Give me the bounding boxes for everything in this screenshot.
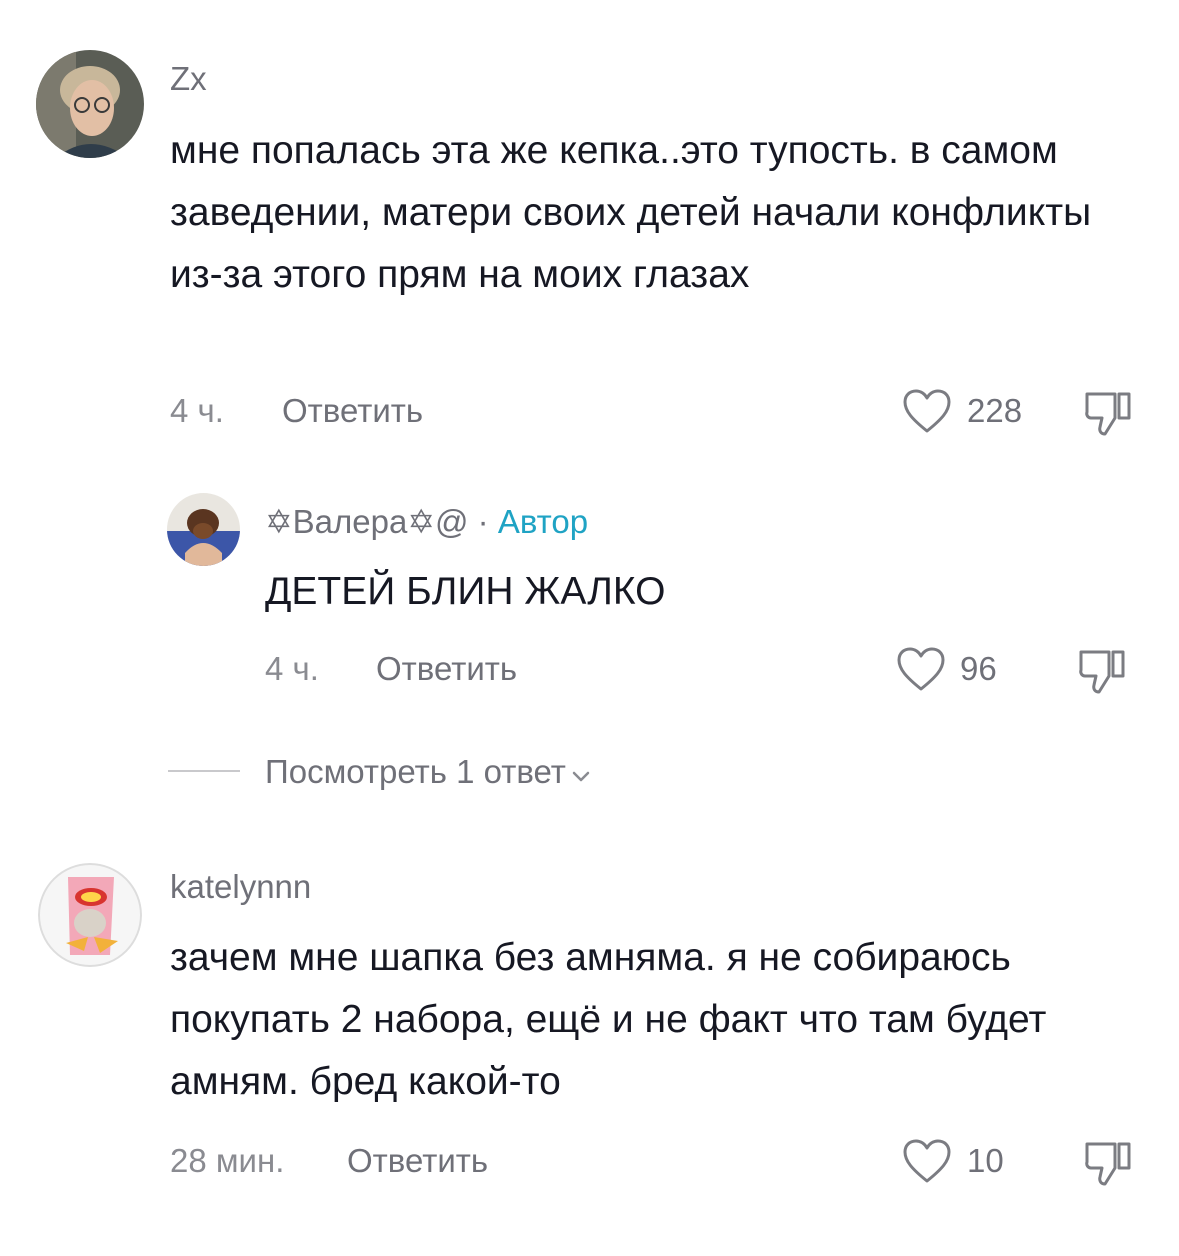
heart-icon[interactable]: [902, 1138, 952, 1184]
thumbs-down-icon[interactable]: [1077, 646, 1129, 696]
username-text[interactable]: ✡Валера✡@: [265, 503, 468, 540]
view-replies-label[interactable]: Посмотреть 1 ответ: [265, 753, 566, 790]
reply-button[interactable]: Ответить: [376, 650, 517, 688]
comment-text: ДЕТЕЙ БЛИН ЖАЛКО: [265, 570, 666, 613]
reply-button[interactable]: Ответить: [347, 1142, 488, 1180]
username[interactable]: ✡Валера✡@ · Автор: [265, 502, 588, 541]
reply-button[interactable]: Ответить: [282, 392, 423, 430]
like-count: 228: [967, 392, 1023, 429]
like-count: 10: [967, 1142, 1004, 1179]
avatar-valera[interactable]: [167, 493, 240, 566]
author-badge: Автор: [497, 503, 589, 540]
username[interactable]: katelynnn: [170, 868, 311, 906]
view-replies-button[interactable]: Посмотреть 1 ответ: [265, 753, 590, 791]
avatar-katelynnn[interactable]: [38, 863, 142, 967]
username[interactable]: Zx: [170, 60, 207, 98]
comment-text: зачем мне шапка без амняма. я не собираю…: [170, 936, 1047, 1103]
view-replies-divider: [168, 770, 240, 772]
heart-icon[interactable]: [896, 646, 946, 692]
separator-dot: ·: [477, 503, 489, 540]
avatar-zx[interactable]: [36, 50, 144, 158]
comment-time: 4 ч.: [265, 650, 319, 687]
thumbs-down-icon[interactable]: [1083, 1138, 1135, 1188]
heart-icon[interactable]: [902, 388, 952, 434]
comment-text: мне попалась эта же кепка..это тупость. …: [170, 129, 1092, 296]
comment-time: 28 мин.: [170, 1142, 285, 1179]
chevron-down-icon: [572, 771, 590, 782]
comment-time: 4 ч.: [170, 392, 224, 429]
like-count: 96: [960, 650, 997, 687]
thumbs-down-icon[interactable]: [1083, 388, 1135, 438]
